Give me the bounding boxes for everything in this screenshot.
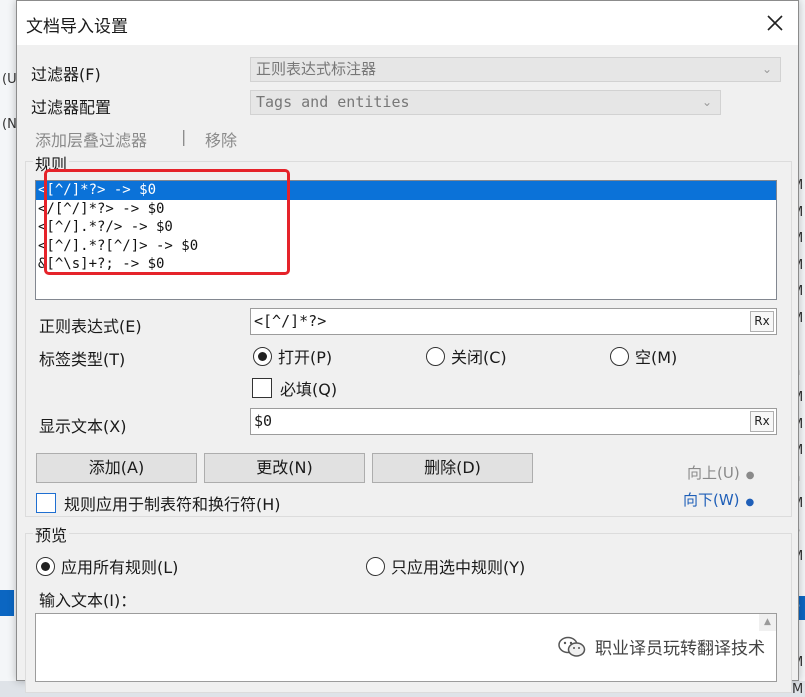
radio-icon [610,346,629,366]
scroll-up-icon[interactable]: ▲ [759,614,776,631]
title-bar: 文档导入设置 [17,1,798,45]
dialog-title: 文档导入设置 [26,17,128,37]
watermark: 职业译员玩转翻译技术 [557,634,765,659]
display-text-input-value: $0 [254,412,273,430]
filter-label: 过滤器(F) [31,65,101,84]
filter-dropdown-value: 正则表达式标注器 [256,60,377,78]
close-icon[interactable] [758,7,792,39]
tag-type-open-label: 打开(P) [278,348,333,367]
rule-list-item[interactable]: &[^\s]+?; -> $0 [36,255,776,274]
remove-link[interactable]: 移除 [205,127,237,151]
rules-list[interactable]: <[^/]*?> -> $0 </[^/]*?> -> $0 <[^/].*?/> … [35,180,777,300]
rule-list-item[interactable]: <[^/]*?> -> $0 [36,181,776,200]
radio-icon [366,556,385,576]
chevron-down-icon: ⌄ [701,95,712,109]
move-down-label: 向下(W) [683,491,740,509]
background-text-fragment: (U [2,72,17,87]
input-text-label: 输入文本(I)： [39,591,137,610]
tag-type-close-label: 关闭(C) [451,348,507,367]
background-selected-row [0,590,14,616]
required-checkbox[interactable]: 必填(Q) [252,376,337,400]
filter-dropdown[interactable]: 正则表达式标注器 ⌄ [250,57,781,82]
checkbox-icon [36,493,56,513]
regex-input-value: <[^/]*?> [254,312,327,330]
background-text-fragment: (N [2,117,17,132]
change-button[interactable]: 更改(N) [204,453,365,483]
bullet-icon: ● [745,470,755,481]
rule-list-item[interactable]: </[^/]*?> -> $0 [36,200,776,219]
rule-list-item[interactable]: <[^/].*?/> -> $0 [36,218,776,237]
preview-group-title: 预览 [33,522,70,546]
background-text-fragment: M [792,681,804,697]
delete-button[interactable]: 删除(D) [372,453,533,483]
regex-input[interactable]: <[^/]*?> Rx [250,308,777,335]
tag-type-empty-radio[interactable]: 空(M) [610,344,677,368]
apply-tabs-checkbox[interactable]: 规则应用于制表符和换行符(H) [36,491,281,515]
apply-all-rules-radio[interactable]: 应用所有规则(L) [36,554,178,578]
display-text-label: 显示文本(X) [39,417,127,436]
tag-type-close-radio[interactable]: 关闭(C) [426,344,507,368]
chevron-down-icon: ⌄ [761,62,772,76]
apply-all-rules-label: 应用所有规则(L) [61,558,179,577]
tag-type-open-radio[interactable]: 打开(P) [253,344,332,368]
link-separator: | [181,127,187,146]
apply-selected-rules-label: 只应用选中规则(Y) [391,558,526,577]
bullet-icon: ● [745,497,755,508]
tag-type-label: 标签类型(T) [39,350,126,369]
add-button[interactable]: 添加(A) [36,453,197,483]
move-up-label: 向上(U) [687,464,740,482]
display-text-input[interactable]: $0 Rx [250,408,777,435]
radio-icon [426,346,445,366]
required-label: 必填(Q) [280,380,338,399]
regex-helper-button[interactable]: Rx [750,311,774,332]
filter-config-dropdown[interactable]: Tags and entities ⌄ [250,90,721,115]
tag-type-empty-label: 空(M) [635,348,678,367]
checkbox-icon [252,378,272,398]
wechat-icon [558,636,586,657]
regex-label: 正则表达式(E) [39,317,142,336]
radio-selected-icon [36,556,55,576]
apply-tabs-label: 规则应用于制表符和换行符(H) [64,495,281,514]
rules-group-title: 规则 [33,151,70,175]
add-cascade-filter-link[interactable]: 添加层叠过滤器 [35,127,147,151]
move-down-link[interactable]: 向下(W) ● [683,489,754,510]
apply-selected-rules-radio[interactable]: 只应用选中规则(Y) [366,554,525,578]
radio-selected-icon [253,346,272,366]
watermark-text: 职业译员玩转翻译技术 [595,639,765,659]
move-up-link[interactable]: 向上(U) ● [687,462,754,483]
filter-config-dropdown-value: Tags and entities [256,93,410,111]
rule-list-item[interactable]: <[^/].*?[^/]> -> $0 [36,237,776,256]
document-import-settings-dialog: 文档导入设置 过滤器(F) 正则表达式标注器 ⌄ 过滤器配置 Tags and … [16,0,799,693]
filter-config-label: 过滤器配置 [31,98,112,117]
display-text-helper-button[interactable]: Rx [750,411,774,432]
